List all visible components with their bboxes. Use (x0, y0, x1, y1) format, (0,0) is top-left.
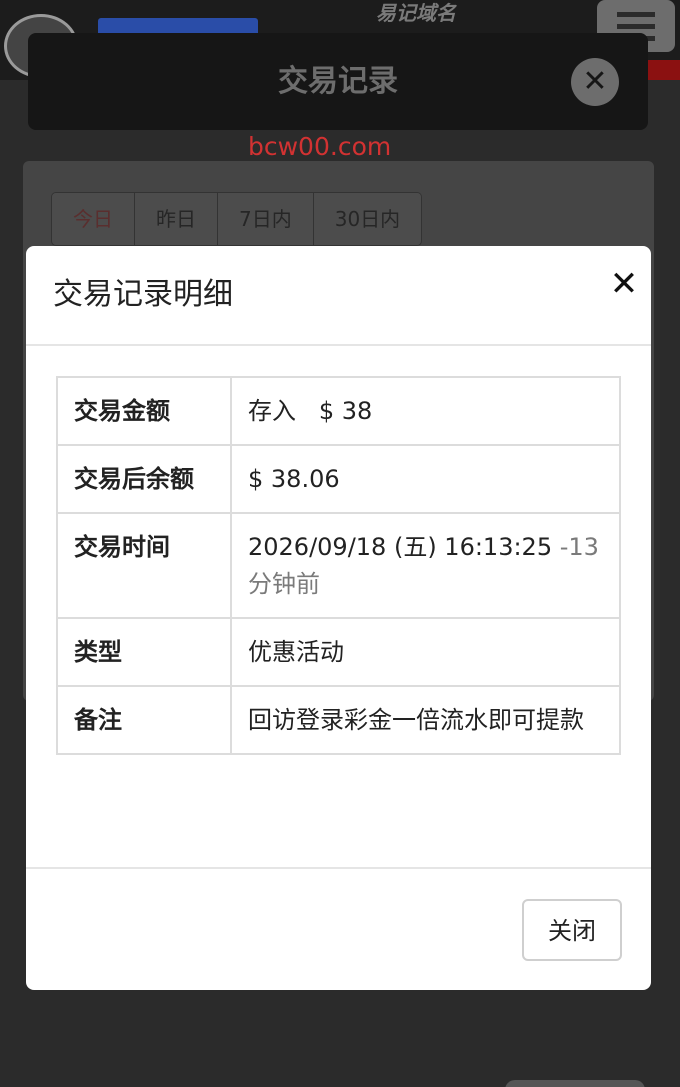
remark-value: 回访登录彩金一倍流水即可提款 (230, 685, 621, 755)
close-circle-icon[interactable]: ✕ (571, 58, 619, 106)
modal-title: 交易记录 (278, 64, 398, 99)
time-value: 2026/09/18 (五) 16:13:25 -13分钟前 (230, 512, 621, 619)
hamburger-icon (617, 12, 655, 17)
badge-strip (648, 60, 680, 80)
table-row: 交易后余额 $ 38.06 (56, 444, 621, 514)
hamburger-icon-line (617, 24, 655, 29)
type-value: 优惠活动 (230, 617, 621, 687)
table-row: 交易时间 2026/09/18 (五) 16:13:25 -13分钟前 (56, 512, 621, 619)
dialog-title: 交易记录明细 (53, 277, 233, 312)
detail-table: 交易金额 存入 $ 38 交易后余额 $ 38.06 交易时间 2026/09/… (56, 376, 621, 755)
filter-today[interactable]: 今日 (52, 193, 135, 245)
dialog-footer: 关闭 (26, 867, 651, 990)
amount-value: 存入 $ 38 (230, 376, 621, 446)
transaction-record-modal-header: 交易记录 ✕ (28, 33, 648, 130)
amount-type: 存入 (248, 397, 296, 425)
amount-number: $ 38 (318, 397, 373, 425)
home-indicator (505, 1080, 645, 1087)
domain-hint: 易记域名 (376, 1, 456, 25)
dialog-header: 交易记录明细 ✕ (26, 246, 651, 346)
filter-yesterday[interactable]: 昨日 (135, 193, 218, 245)
balance-value: $ 38.06 (230, 444, 621, 514)
filter-7-days[interactable]: 7日内 (218, 193, 314, 245)
remark-label: 备注 (56, 685, 232, 755)
table-row: 交易金额 存入 $ 38 (56, 376, 621, 446)
time-label: 交易时间 (56, 512, 232, 619)
date-filter-group: 今日 昨日 7日内 30日内 (51, 192, 423, 246)
type-label: 类型 (56, 617, 232, 687)
table-row: 类型 优惠活动 (56, 617, 621, 687)
table-row: 备注 回访登录彩金一倍流水即可提款 (56, 685, 621, 755)
transaction-detail-dialog: 交易记录明细 ✕ 交易金额 存入 $ 38 交易后余额 $ 38.06 交易时间… (26, 246, 651, 990)
amount-label: 交易金额 (56, 376, 232, 446)
time-datetime: 2026/09/18 (五) 16:13:25 (248, 533, 553, 561)
balance-label: 交易后余额 (56, 444, 232, 514)
close-icon[interactable]: ✕ (608, 266, 640, 302)
close-button[interactable]: 关闭 (522, 899, 622, 961)
watermark-text: bcw00.com (248, 132, 392, 161)
filter-30-days[interactable]: 30日内 (313, 193, 422, 245)
